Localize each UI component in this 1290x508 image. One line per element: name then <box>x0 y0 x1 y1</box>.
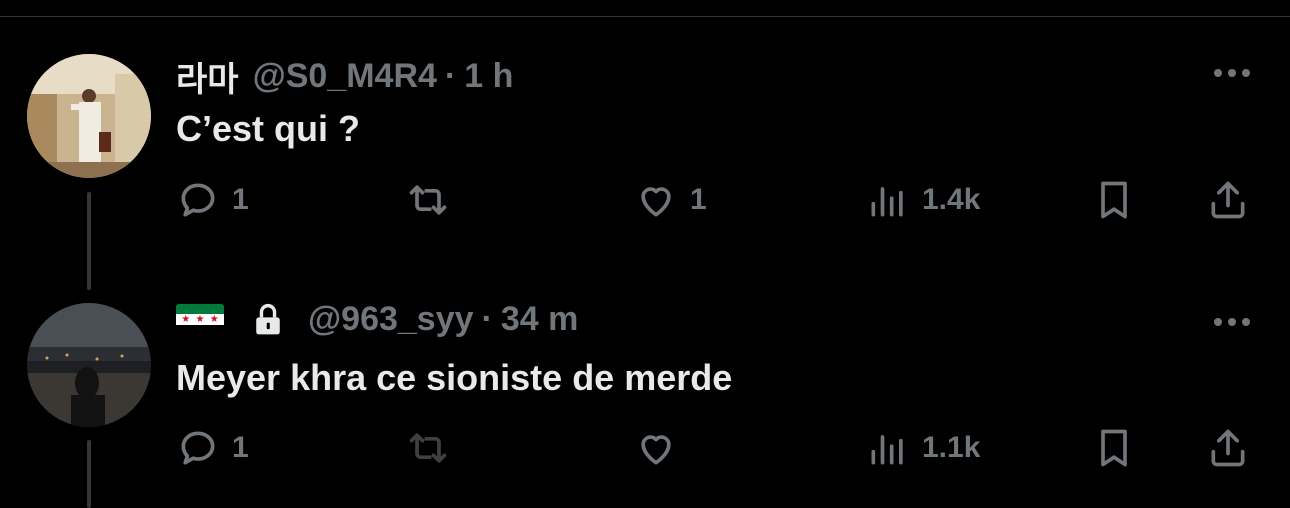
reply-button[interactable]: 1 <box>176 426 249 470</box>
tweet-text: Meyer khra ce sioniste de merde <box>176 357 733 398</box>
avatar-photo <box>27 303 151 427</box>
separator-dot: · <box>481 300 493 338</box>
tweet-header: ★ ★ ★ @963_syy · 34 m <box>176 300 578 339</box>
like-button[interactable] <box>634 426 690 470</box>
lock-icon <box>256 303 280 334</box>
bookmark-icon <box>1101 429 1127 467</box>
reply-count: 1 <box>232 431 249 464</box>
heart-icon <box>641 435 671 465</box>
more-options-icon[interactable] <box>1214 318 1250 326</box>
timestamp[interactable]: 34 m <box>501 300 579 339</box>
tweet-2[interactable]: ★ ★ ★ @963_syy · 34 m Meyer khra ce sionis… <box>0 0 1290 508</box>
view-count: 1.1k <box>922 431 981 464</box>
thread-line <box>87 440 91 508</box>
action-bar: 1 1.1k <box>176 426 1266 476</box>
retweet-icon <box>409 433 447 463</box>
bookmark-button[interactable] <box>1092 426 1136 470</box>
retweet-button[interactable] <box>406 426 462 470</box>
views-button[interactable]: 1.1k <box>866 426 980 470</box>
share-icon <box>1211 429 1245 467</box>
syrian-flag-icon: ★ ★ ★ <box>176 303 224 336</box>
avatar[interactable] <box>27 303 151 427</box>
user-handle[interactable]: @963_syy <box>308 300 474 339</box>
reply-icon <box>181 431 215 465</box>
analytics-icon <box>871 435 903 465</box>
share-button[interactable] <box>1206 426 1250 470</box>
